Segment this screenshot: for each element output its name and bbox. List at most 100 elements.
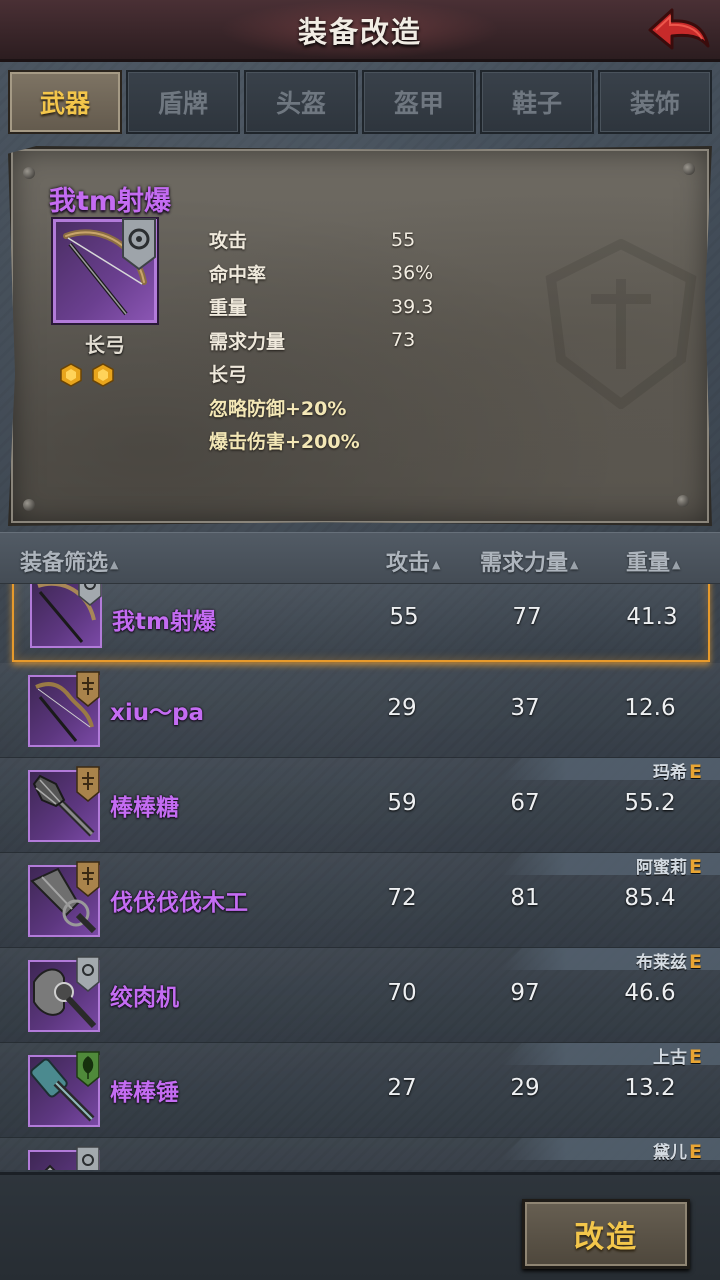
sort-strength-button[interactable]: 需求力量 ▲ bbox=[480, 545, 578, 577]
item-owner: 黛儿 E bbox=[653, 1138, 702, 1163]
item-weight: 46.6 bbox=[624, 980, 676, 1006]
emblem-watermark-icon bbox=[545, 239, 697, 409]
filter-label: 装备筛选 bbox=[20, 551, 109, 576]
list-item[interactable]: 阿蜜莉 E 伐伐伐伐木工 72 81 85.4 bbox=[0, 853, 720, 948]
green-badge-icon bbox=[76, 1051, 100, 1087]
tab-shield[interactable]: 盾牌 bbox=[126, 70, 240, 134]
sort-arrow-icon: ▲ bbox=[432, 557, 441, 571]
stat-value: 73 bbox=[391, 329, 416, 352]
item-attack: 55 bbox=[389, 604, 419, 630]
attack-header: 攻击 bbox=[386, 551, 431, 576]
sort-weight-button[interactable]: 重量 ▲ bbox=[626, 545, 680, 577]
sort-arrow-icon: ▲ bbox=[672, 557, 681, 571]
list-item[interactable]: 上古 E 棒棒锤 27 29 13.2 bbox=[0, 1043, 720, 1138]
gem-slot-icon bbox=[60, 363, 82, 387]
tab-accessory[interactable]: 装饰 bbox=[598, 70, 712, 134]
item-attack: 59 bbox=[387, 790, 417, 816]
stat-accuracy: 命中率 36% bbox=[209, 257, 433, 291]
bronze-badge-icon bbox=[76, 766, 100, 802]
item-name: 我tm射爆 bbox=[112, 609, 216, 635]
tab-weapon[interactable]: 武器 bbox=[8, 70, 122, 134]
list-item[interactable]: 布莱兹 E 绞肉机 70 97 46.6 bbox=[0, 948, 720, 1043]
owner-grade: E bbox=[689, 1141, 702, 1163]
list-item[interactable]: 黛儿 E bbox=[0, 1138, 720, 1170]
weight-header: 重量 bbox=[626, 551, 671, 576]
owner-name: 阿蜜莉 bbox=[636, 858, 688, 878]
item-attack: 27 bbox=[387, 1075, 417, 1101]
modify-button[interactable]: 改造 bbox=[522, 1199, 690, 1269]
rivet bbox=[683, 163, 695, 175]
owner-name: 上古 bbox=[653, 1048, 688, 1068]
silver-badge-icon bbox=[78, 584, 102, 606]
filter-sort-button[interactable]: 装备筛选 ▲ bbox=[20, 545, 118, 577]
item-list: 我tm射爆 55 77 41.3 xiu～pa 29 37 12.6 玛希E bbox=[0, 584, 720, 1170]
page-title: 装备改造 bbox=[297, 14, 422, 49]
item-strength: 37 bbox=[510, 695, 540, 721]
item-strength: 81 bbox=[510, 885, 540, 911]
item-owner: 玛希 E bbox=[653, 758, 702, 783]
stat-label: 攻击 bbox=[209, 230, 248, 253]
stat-label: 重量 bbox=[209, 297, 248, 320]
stat-crit-damage: 爆击伤害+200% bbox=[209, 424, 433, 458]
item-weight: 85.4 bbox=[624, 885, 676, 911]
item-name: 绞肉机 bbox=[110, 985, 179, 1011]
bronze-badge-icon bbox=[76, 671, 100, 707]
bottom-bar: 改造 bbox=[0, 1172, 720, 1280]
sort-arrow-icon: ▲ bbox=[570, 557, 579, 571]
owner-grade: E bbox=[689, 856, 702, 878]
owner-name: 黛儿 bbox=[653, 1143, 688, 1163]
owner-grade: E bbox=[689, 1046, 702, 1068]
tab-shoes[interactable]: 鞋子 bbox=[480, 70, 594, 134]
gem-slot-icon bbox=[92, 363, 114, 387]
owner-name: 玛希 bbox=[653, 763, 688, 783]
silver-badge-icon bbox=[76, 956, 100, 992]
sort-attack-button[interactable]: 攻击 ▲ bbox=[386, 545, 440, 577]
item-attack: 29 bbox=[387, 695, 417, 721]
equipment-tabs: 武器 盾牌 头盔 盔甲 鞋子 装饰 bbox=[8, 70, 712, 134]
item-detail-panel: 我tm射爆 长弓 攻击 55 命中率 36% 重量 39.3 需求力量 73 长… bbox=[8, 146, 712, 526]
rivet bbox=[23, 499, 35, 511]
item-name: 我tm射爆 bbox=[49, 186, 172, 217]
item-weight: 12.6 bbox=[624, 695, 676, 721]
owner-grade: E bbox=[689, 951, 702, 973]
item-name: 棒棒糖 bbox=[110, 795, 179, 821]
owner-name: 布莱兹 bbox=[636, 953, 688, 973]
item-strength: 29 bbox=[510, 1075, 540, 1101]
list-item[interactable]: xiu～pa 29 37 12.6 bbox=[0, 663, 720, 758]
list-item[interactable]: 我tm射爆 55 77 41.3 bbox=[12, 584, 710, 662]
rivet bbox=[677, 495, 689, 507]
rivet bbox=[23, 167, 35, 179]
item-attack: 70 bbox=[387, 980, 417, 1006]
sort-arrow-icon: ▲ bbox=[110, 557, 119, 571]
item-owner: 阿蜜莉 E bbox=[636, 853, 702, 878]
item-weight: 41.3 bbox=[626, 604, 678, 630]
stat-value: 55 bbox=[391, 228, 416, 251]
stat-extra: 忽略防御+20% bbox=[209, 397, 347, 420]
stat-weight: 重量 39.3 bbox=[209, 290, 433, 324]
item-name: 伐伐伐伐木工 bbox=[110, 890, 248, 916]
stat-value: 36% bbox=[391, 262, 434, 285]
bronze-badge-icon bbox=[76, 861, 100, 897]
tab-helmet[interactable]: 头盔 bbox=[244, 70, 358, 134]
item-weight: 13.2 bbox=[624, 1075, 676, 1101]
owner-grade: E bbox=[689, 761, 702, 783]
stat-extra: 爆击伤害+200% bbox=[209, 431, 360, 454]
item-name: 棒棒锤 bbox=[110, 1080, 179, 1106]
stat-label: 需求力量 bbox=[209, 330, 286, 353]
tab-armor[interactable]: 盔甲 bbox=[362, 70, 476, 134]
silver-badge-icon bbox=[76, 1146, 100, 1170]
list-item[interactable]: 玛希 E 棒棒糖 59 67 55.2 bbox=[0, 758, 720, 853]
stat-value: 39.3 bbox=[391, 295, 434, 318]
item-weight: 55.2 bbox=[624, 790, 676, 816]
stat-attack: 攻击 55 bbox=[209, 223, 433, 257]
item-strength: 67 bbox=[510, 790, 540, 816]
stat-ignore-defense: 忽略防御+20% bbox=[209, 391, 433, 425]
list-header: 装备筛选 ▲ 攻击 ▲ 需求力量 ▲ 重量 ▲ bbox=[0, 532, 720, 584]
strength-header: 需求力量 bbox=[480, 551, 569, 576]
back-arrow-icon bbox=[648, 8, 710, 50]
back-button[interactable] bbox=[646, 6, 712, 54]
stat-weapon-type: 长弓 bbox=[209, 357, 433, 391]
silver-eye-badge-icon bbox=[122, 218, 156, 271]
item-owner: 上古 E bbox=[653, 1043, 702, 1068]
item-strength: 77 bbox=[512, 604, 542, 630]
